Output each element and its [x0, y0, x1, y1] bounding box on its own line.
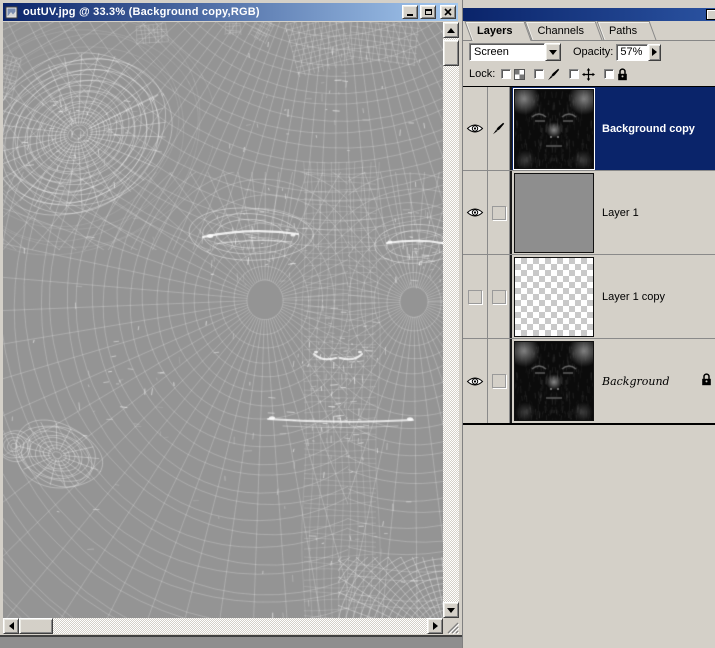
layer-name[interactable]: Background copy — [602, 123, 695, 135]
eye-icon[interactable] — [466, 207, 484, 218]
layer-row-layer-1-copy[interactable]: Layer 1 copy — [463, 255, 715, 339]
lock-transparency-checkbox[interactable] — [501, 69, 511, 79]
tab-paths[interactable]: Paths — [600, 21, 653, 40]
scroll-up-button[interactable] — [443, 22, 459, 38]
minimize-icon — [407, 14, 413, 16]
application-window: outUV.jpg @ 33.3% (Background copy,RGB) — [0, 0, 715, 648]
palette-tabs: Layers Channels Paths — [463, 21, 715, 41]
scroll-right-button[interactable] — [427, 618, 443, 634]
paintbrush-icon — [492, 122, 505, 135]
arrow-down-icon — [447, 608, 455, 613]
layer-thumbnail[interactable] — [514, 341, 594, 421]
layer-row-content[interactable]: Layer 1 — [510, 171, 715, 254]
tab-paths-label: Paths — [609, 25, 637, 37]
empty-well-box — [492, 206, 506, 220]
layer-row-content[interactable]: Background copy — [510, 87, 715, 170]
horizontal-scrollbar[interactable] — [3, 618, 443, 634]
document-titlebar[interactable]: outUV.jpg @ 33.3% (Background copy,RGB) — [3, 3, 458, 21]
layer-name[interactable]: Background — [602, 375, 670, 388]
layer-controls-row: Screen Opacity: 57% — [463, 42, 715, 62]
layer-lock-icon — [701, 373, 712, 389]
blend-mode-select[interactable]: Screen — [469, 43, 561, 61]
visibility-well[interactable] — [463, 339, 488, 423]
arrow-up-icon — [447, 28, 455, 33]
blend-mode-dropdown-button[interactable] — [545, 43, 561, 61]
blend-mode-value: Screen — [474, 46, 509, 58]
lock-position-group — [569, 68, 595, 81]
layers-panel: Layers Channels Paths Screen Opacity: 57… — [462, 0, 715, 648]
maximize-icon — [425, 9, 432, 15]
arrow-right-icon — [433, 622, 438, 630]
transparency-checker-icon — [514, 69, 525, 80]
layer-row-background[interactable]: Background — [463, 339, 715, 423]
tab-channels[interactable]: Channels — [528, 21, 599, 40]
lock-pixels-checkbox[interactable] — [534, 69, 544, 79]
close-button[interactable] — [440, 5, 456, 19]
layer-row-background-copy[interactable]: Background copy — [463, 87, 715, 171]
scroll-down-button[interactable] — [443, 602, 459, 618]
layer-row-content[interactable]: Background — [510, 339, 715, 423]
visibility-well[interactable] — [463, 171, 488, 254]
eye-icon[interactable] — [466, 376, 484, 387]
link-well[interactable] — [488, 339, 510, 423]
tab-layers[interactable]: Layers — [468, 21, 528, 41]
window-resize-grip[interactable] — [443, 618, 459, 634]
lock-all-group — [604, 68, 628, 81]
layer-row-content[interactable]: Layer 1 copy — [510, 255, 715, 338]
minimize-button[interactable] — [402, 5, 418, 19]
maximize-button[interactable] — [420, 5, 436, 19]
tab-layers-label: Layers — [477, 25, 512, 37]
lock-transparency-group — [501, 69, 525, 80]
lock-options-row: Lock: — [463, 63, 715, 85]
opacity-input[interactable]: 57% — [616, 44, 648, 61]
layer-name[interactable]: Layer 1 — [602, 207, 639, 219]
opacity-value: 57% — [620, 46, 642, 58]
layer-name[interactable]: Layer 1 copy — [602, 291, 665, 303]
lock-label: Lock: — [469, 68, 495, 80]
opacity-slider-button[interactable] — [648, 44, 661, 61]
visibility-well[interactable] — [463, 255, 488, 338]
palette-titlebar[interactable] — [463, 8, 715, 21]
document-canvas[interactable] — [3, 22, 443, 618]
move-icon — [582, 68, 595, 81]
vertical-scrollbar[interactable] — [443, 22, 459, 618]
link-well[interactable] — [488, 171, 510, 254]
chevron-right-icon — [652, 48, 657, 56]
vertical-scroll-thumb[interactable] — [443, 40, 459, 66]
arrow-left-icon — [9, 622, 14, 630]
empty-well-box — [468, 290, 482, 304]
palette-close-button[interactable] — [706, 9, 715, 20]
document-icon — [5, 6, 19, 19]
empty-well-box — [492, 374, 506, 388]
scroll-left-button[interactable] — [3, 618, 19, 634]
layer-thumbnail[interactable] — [514, 257, 594, 337]
link-well[interactable] — [488, 255, 510, 338]
lock-icon — [617, 68, 628, 81]
layer-list: Background copy Layer 1 — [463, 86, 715, 425]
close-icon — [444, 8, 452, 16]
empty-well-box — [492, 290, 506, 304]
window-title: outUV.jpg @ 33.3% (Background copy,RGB) — [23, 6, 400, 18]
lock-all-checkbox[interactable] — [604, 69, 614, 79]
chevron-down-icon — [549, 50, 557, 55]
layer-thumbnail[interactable] — [514, 89, 594, 169]
tab-channels-label: Channels — [537, 25, 583, 37]
resize-grip-icon — [443, 618, 459, 634]
visibility-well[interactable] — [463, 87, 488, 170]
eye-icon[interactable] — [466, 123, 484, 134]
opacity-label: Opacity: — [573, 46, 613, 58]
layer-row-layer-1[interactable]: Layer 1 — [463, 171, 715, 255]
blend-mode-field[interactable]: Screen — [469, 43, 545, 61]
lock-position-checkbox[interactable] — [569, 69, 579, 79]
workspace-background — [0, 637, 462, 648]
horizontal-scroll-thumb[interactable] — [19, 618, 53, 634]
link-well[interactable] — [488, 87, 510, 170]
canvas-area — [3, 22, 443, 618]
lock-pixels-group — [534, 68, 560, 81]
document-window: outUV.jpg @ 33.3% (Background copy,RGB) — [0, 0, 462, 637]
layer-thumbnail[interactable] — [514, 173, 594, 253]
paintbrush-icon — [547, 68, 560, 81]
